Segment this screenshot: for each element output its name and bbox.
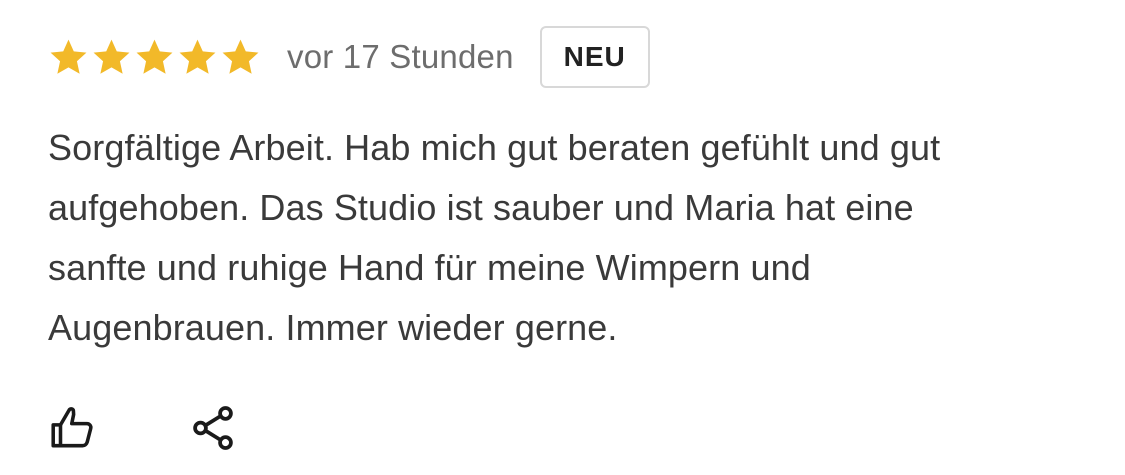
new-badge: NEU — [539, 26, 650, 88]
review-timestamp: vor 17 Stunden — [287, 38, 514, 75]
review-actions — [48, 398, 248, 458]
review-text: Sorgfältige Arbeit. Hab mich gut beraten… — [48, 127, 941, 348]
star-rating — [48, 37, 261, 78]
like-button[interactable] — [48, 398, 108, 458]
review-card: vor 17 Stunden NEU Sorgfältige Arbeit. H… — [48, 0, 1108, 475]
star-icon — [50, 39, 87, 74]
star-icon — [136, 39, 173, 74]
share-icon — [193, 406, 233, 450]
share-button[interactable] — [188, 398, 248, 458]
star-icon — [93, 39, 130, 74]
thumbs-up-icon — [51, 407, 93, 448]
star-icon — [222, 39, 259, 74]
review-header: vor 17 Stunden NEU — [48, 24, 650, 90]
star-icon — [179, 39, 216, 74]
